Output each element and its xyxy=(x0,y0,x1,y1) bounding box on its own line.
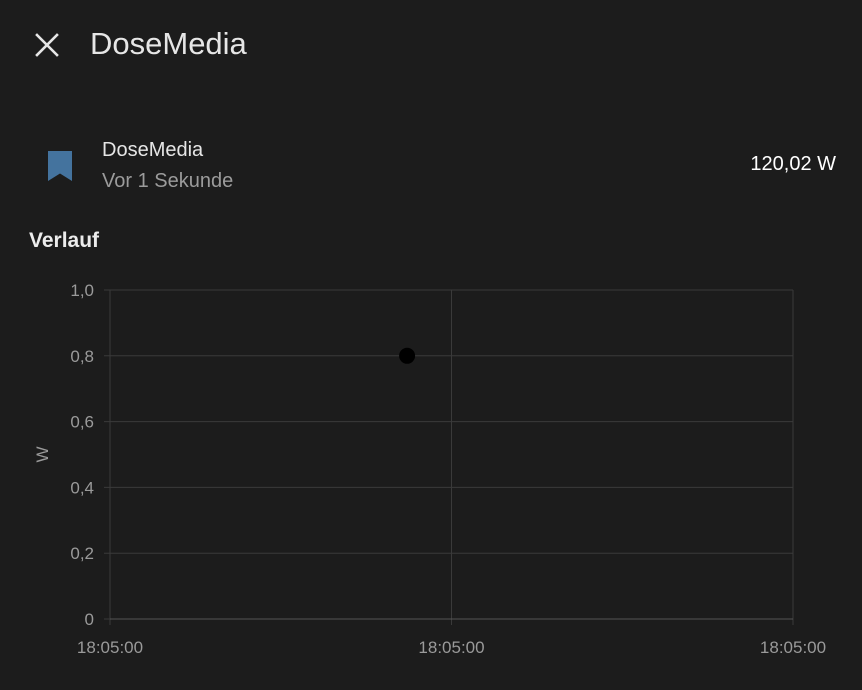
entity-row[interactable]: DoseMedia Vor 1 Sekunde 120,02 W xyxy=(0,130,862,200)
y-axis-label: W xyxy=(33,446,52,462)
history-chart[interactable]: 0 0,2 0,4 0,6 0,8 1,0 18:05:00 18:05:00 18:05:00… xyxy=(0,270,862,680)
more-info-dialog: DoseMedia DoseMedia Vor 1 Sekunde 120,02… xyxy=(0,0,862,690)
y-tick-label: 0,4 xyxy=(70,478,94,497)
x-tick-label: 18:05:00 xyxy=(418,638,484,657)
y-tick-label: 0,2 xyxy=(70,544,94,563)
y-tick-label: 0,6 xyxy=(70,413,94,432)
entity-last-changed: Vor 1 Sekunde xyxy=(102,170,234,192)
dialog-header: DoseMedia xyxy=(0,0,862,90)
entity-name: DoseMedia xyxy=(102,139,204,161)
data-point xyxy=(399,347,416,364)
x-tick-label: 18:05:00 xyxy=(760,638,826,657)
y-tick-label: 1,0 xyxy=(70,281,94,300)
y-tick-label: 0,8 xyxy=(70,347,94,366)
close-button[interactable] xyxy=(27,25,67,65)
history-title: Verlauf xyxy=(29,229,100,252)
bookmark-shape xyxy=(48,151,72,181)
entity-state: 120,02 W xyxy=(750,153,836,175)
dialog-title: DoseMedia xyxy=(90,26,247,61)
x-tick-label: 18:05:00 xyxy=(77,638,143,657)
close-icon xyxy=(35,33,59,57)
bookmark-icon xyxy=(48,151,72,181)
y-tick-label: 0 xyxy=(85,610,94,629)
